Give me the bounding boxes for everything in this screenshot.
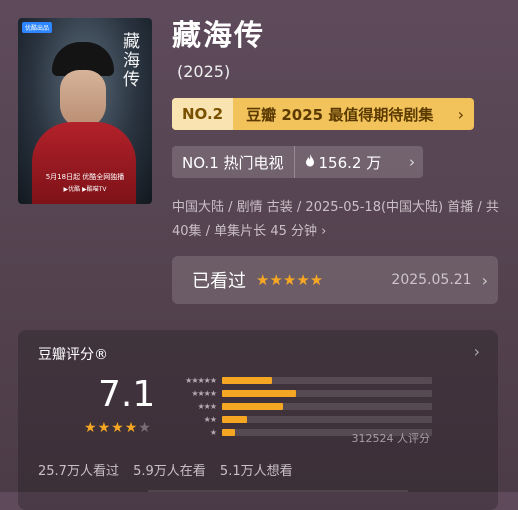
distribution-row: ★★ [168, 413, 433, 425]
show-year: (2025) [177, 62, 231, 81]
rating-stars: ★★★★★ [84, 420, 152, 436]
bar-fill [222, 389, 296, 397]
rating-count: 312524 人评分 [351, 432, 431, 445]
rating-score: 7.1 [98, 374, 156, 415]
star-full-icon: ★ [111, 420, 125, 436]
watched-date: 2025.05.21 [391, 272, 472, 288]
show-meta-info[interactable]: 中国大陆 / 剧情 古装 / 2025-05-18(中国大陆) 首播 / 共40… [172, 196, 504, 244]
distribution-row: ★★★ [168, 400, 433, 412]
watched-status-card[interactable]: 已看过 ★★★★★ 2025.05.21 › [172, 256, 498, 304]
bar-track [222, 402, 432, 410]
bar-fill [222, 376, 273, 384]
ranking-badge[interactable]: NO.2 豆瓣 2025 最值得期待剧集 › [172, 98, 474, 130]
douban-rating-card[interactable]: 豆瓣评分® › 7.1 ★★★★★ ★★★★★ ★★★★ ★★★ ★★ ★ 31… [18, 330, 498, 510]
bar-track [222, 376, 432, 384]
bar-track [222, 415, 432, 423]
star-full-icon: ★ [84, 420, 98, 436]
rating-title: 豆瓣评分® [38, 347, 108, 363]
want-count[interactable]: 5.1万人想看 [220, 464, 293, 479]
rank-number: NO.2 [172, 98, 234, 130]
hot-ranking-badge[interactable]: NO.1 热门电视 156.2 万 › [172, 146, 423, 178]
bar-track [222, 389, 432, 397]
chevron-right-icon: › [481, 270, 488, 290]
poster-date-line: 5月18日起 优酷全网独播 [45, 173, 125, 181]
show-poster[interactable]: 优酷出品 藏海传 5月18日起 优酷全网独播 ▶优酷 ▶酷喵TV [18, 18, 152, 204]
rank-text: 豆瓣 2025 最值得期待剧集 [246, 105, 434, 124]
star-half-icon: ★ [124, 420, 139, 436]
row-stars: ★ [209, 427, 217, 437]
show-title: 藏海传 [172, 18, 266, 52]
hot-count: 156.2 万 [318, 153, 382, 172]
chevron-right-icon[interactable]: › [474, 342, 480, 361]
watched-label: 已看过 [192, 271, 246, 292]
star-empty-icon: ★ [138, 420, 152, 436]
chevron-right-icon: › [457, 104, 464, 124]
user-rating-stars: ★★★★★ [256, 271, 324, 289]
poster-title: 藏海传 [119, 32, 139, 89]
row-stars: ★★★ [197, 401, 217, 411]
row-stars: ★★★★★ [185, 375, 217, 385]
bar-fill [222, 402, 283, 410]
flame-icon [295, 153, 319, 171]
hot-label: NO.1 热门电视 [182, 153, 284, 172]
poster-figure-face [60, 70, 106, 128]
platform-badge: 优酷出品 [22, 22, 53, 33]
distribution-row: ★★★★★ [168, 374, 433, 386]
poster-platforms: ▶优酷 ▶酷喵TV [63, 186, 107, 193]
star-full-icon: ★ [97, 420, 112, 436]
chevron-right-icon: › [409, 153, 415, 171]
watching-count[interactable]: 5.9万人在看 [133, 464, 206, 479]
watched-count[interactable]: 25.7万人看过 [38, 464, 119, 479]
bar-fill [222, 428, 235, 436]
bar-fill [222, 415, 248, 423]
distribution-row: ★★★★ [168, 387, 433, 399]
row-stars: ★★ [203, 414, 217, 424]
audience-stats: 25.7万人看过 5.9万人在看 5.1万人想看 [38, 460, 303, 479]
row-stars: ★★★★ [191, 388, 217, 398]
